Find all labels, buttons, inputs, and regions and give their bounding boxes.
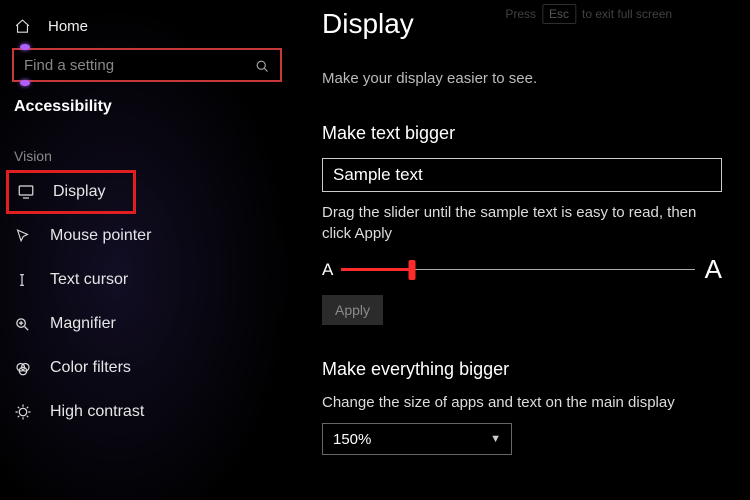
esc-key: Esc	[542, 4, 576, 24]
hint-press: Press	[505, 7, 536, 21]
sidebar-item-mouse-pointer[interactable]: Mouse pointer	[0, 214, 294, 258]
handle-dot	[20, 44, 30, 50]
sidebar-item-label: High contrast	[50, 403, 144, 421]
sidebar-item-label: Color filters	[50, 359, 131, 377]
search-input[interactable]	[12, 48, 282, 82]
hint-rest: to exit full screen	[582, 7, 672, 21]
chevron-down-icon: ▼	[490, 433, 501, 445]
text-size-slider[interactable]	[341, 259, 694, 281]
slider-instruction: Drag the slider until the sample text is…	[322, 202, 722, 244]
contrast-icon	[14, 403, 36, 421]
small-a-label: A	[322, 260, 333, 280]
sidebar-item-color-filters[interactable]: Color filters	[0, 346, 294, 390]
section-make-everything-bigger: Make everything bigger	[322, 359, 722, 380]
fullscreen-hint: Press Esc to exit full screen	[505, 4, 672, 24]
group-label: Vision	[0, 134, 294, 170]
magnifier-icon	[14, 316, 36, 333]
slider-track-empty	[412, 269, 695, 270]
scale-value: 150%	[333, 431, 371, 448]
main-panel: Press Esc to exit full screen Display Ma…	[294, 0, 750, 500]
home-label: Home	[48, 18, 88, 35]
sidebar-item-label: Display	[53, 183, 105, 201]
sidebar-item-label: Magnifier	[50, 315, 116, 333]
handle-dot	[20, 80, 30, 86]
slider-thumb[interactable]	[409, 260, 416, 280]
search-icon[interactable]	[255, 59, 270, 74]
category-title: Accessibility	[0, 92, 294, 134]
monitor-icon	[17, 183, 39, 201]
scale-dropdown[interactable]: 150% ▼	[322, 423, 512, 455]
home-nav[interactable]: Home	[0, 8, 294, 44]
search-wrap	[0, 44, 294, 92]
sidebar-item-text-cursor[interactable]: Text cursor	[0, 258, 294, 302]
big-a-label: A	[705, 254, 722, 285]
slider-track-filled	[341, 268, 412, 271]
scale-description: Change the size of apps and text on the …	[322, 394, 722, 411]
apply-button[interactable]: Apply	[322, 295, 383, 325]
cursor-icon	[14, 228, 36, 245]
sidebar-item-label: Text cursor	[50, 271, 128, 289]
sidebar-item-high-contrast[interactable]: High contrast	[0, 390, 294, 434]
home-icon	[14, 18, 36, 35]
sidebar-item-label: Mouse pointer	[50, 227, 151, 245]
page-subtitle: Make your display easier to see.	[322, 70, 722, 87]
sample-text-box: Sample text	[322, 158, 722, 192]
text-size-slider-row: A A	[322, 254, 722, 285]
sidebar-item-magnifier[interactable]: Magnifier	[0, 302, 294, 346]
sidebar: Home Accessibility Vision Display Mouse …	[0, 0, 294, 500]
section-make-text-bigger: Make text bigger	[322, 123, 722, 144]
sidebar-item-display[interactable]: Display	[6, 170, 136, 214]
text-cursor-icon	[14, 271, 36, 289]
color-filters-icon	[14, 359, 36, 377]
